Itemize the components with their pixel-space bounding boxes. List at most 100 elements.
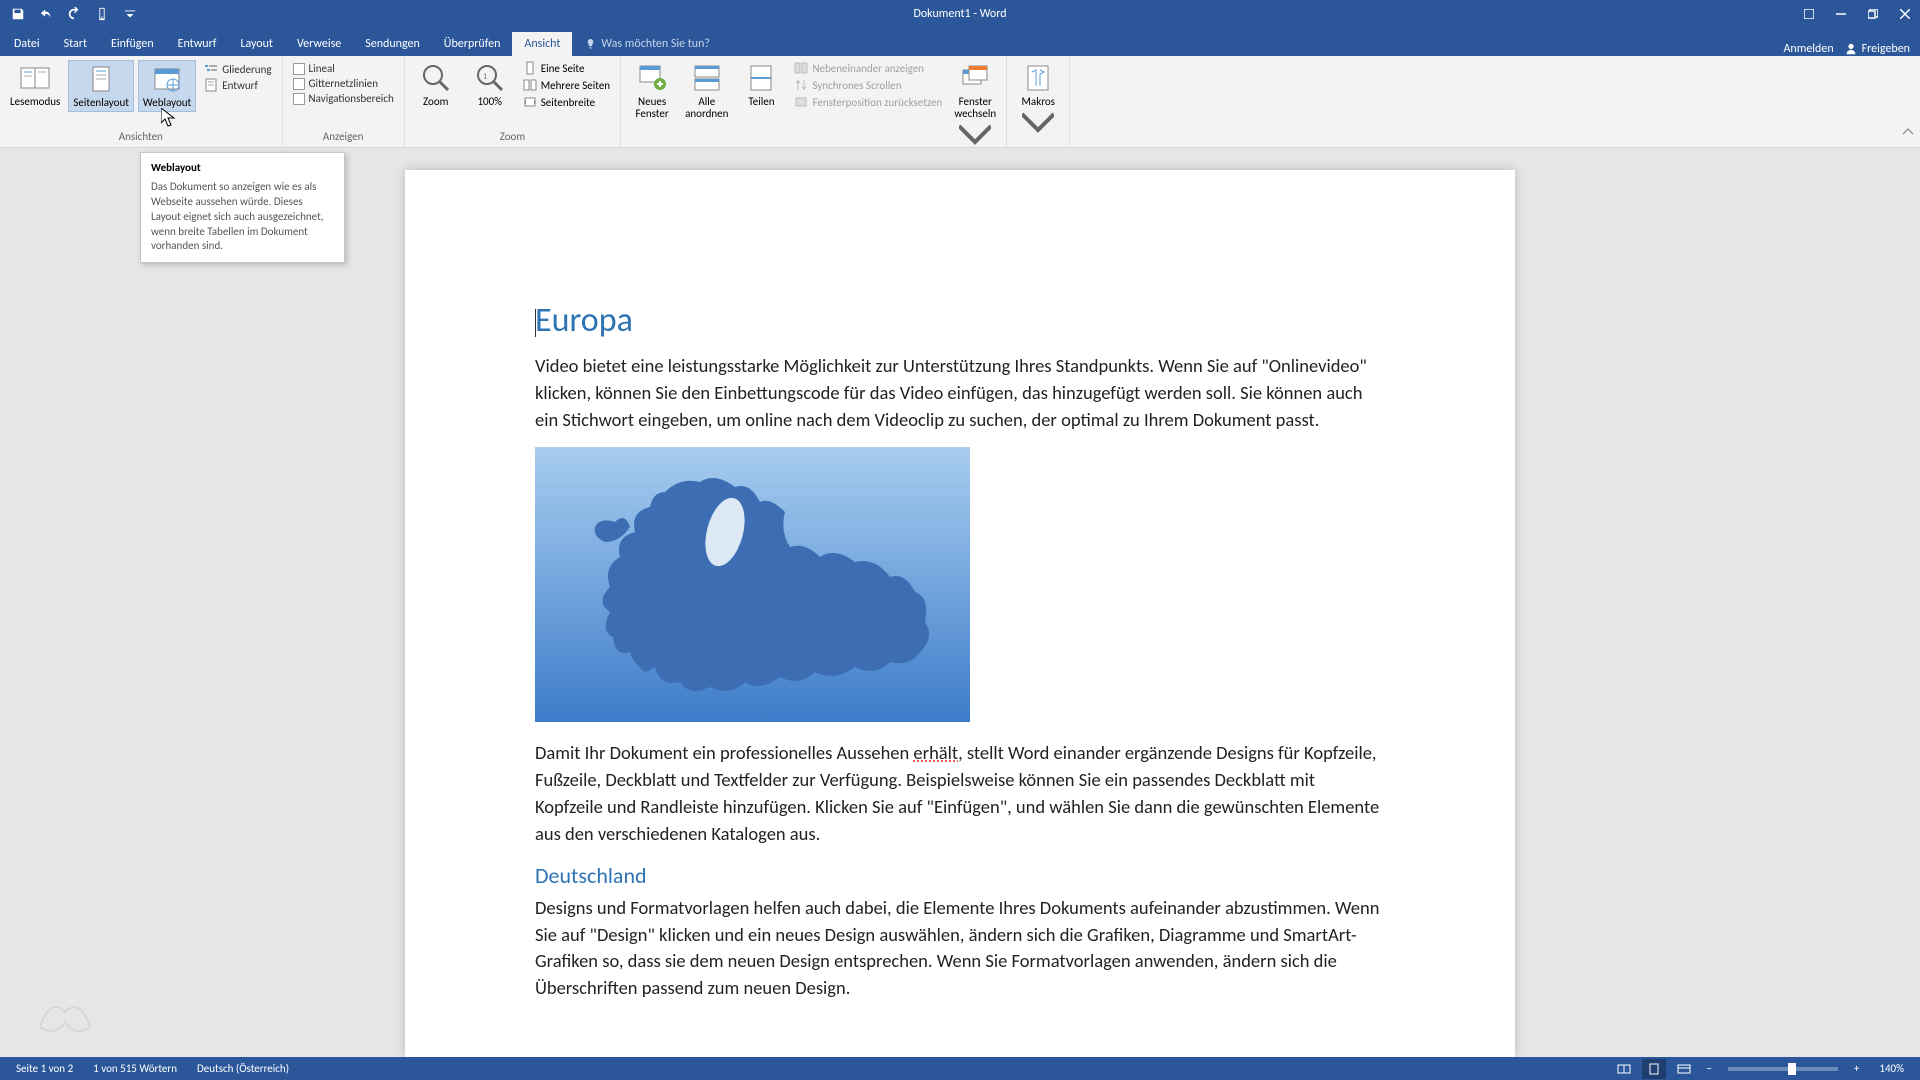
- fensterposition-button: Fensterposition zurücksetzen: [790, 94, 946, 110]
- mehrere-seiten-button[interactable]: Mehrere Seiten: [519, 77, 614, 93]
- group-ansichten: Lesemodus Seitenlayout Weblayout Glieder…: [0, 56, 283, 147]
- europe-map-image[interactable]: [535, 447, 970, 722]
- entwurf-icon: [204, 78, 218, 92]
- spellcheck-error[interactable]: erhält: [913, 741, 958, 764]
- eine-seite-button[interactable]: Eine Seite: [519, 60, 614, 76]
- heading-deutschland[interactable]: Deutschland: [535, 862, 1385, 889]
- heading-europa[interactable]: Europa: [535, 300, 1385, 341]
- status-words[interactable]: 1 von 515 Wörtern: [83, 1062, 187, 1075]
- weblayout-button[interactable]: Weblayout: [138, 60, 196, 112]
- lesemodus-icon: [19, 62, 51, 94]
- eine-seite-icon: [523, 61, 537, 75]
- tab-einfuegen[interactable]: Einfügen: [99, 32, 166, 56]
- lineal-checkbox[interactable]: Lineal: [293, 62, 394, 75]
- group-zoom: Zoom 1 100% Eine Seite Mehrere Seiten Se…: [405, 56, 621, 147]
- title-bar: Dokument1 - Word: [0, 0, 1920, 28]
- zoom-100-button[interactable]: 1 100%: [465, 60, 515, 110]
- group-anzeigen: Lineal Gitternetzlinien Navigationsberei…: [283, 56, 405, 147]
- close-icon[interactable]: [1890, 0, 1920, 28]
- zoom-out-button[interactable]: −: [1702, 1062, 1715, 1075]
- zoom-button[interactable]: Zoom: [411, 60, 461, 110]
- tab-datei[interactable]: Datei: [2, 32, 52, 56]
- svg-text:1: 1: [483, 72, 487, 82]
- undo-icon[interactable]: [36, 4, 56, 24]
- document-page[interactable]: Europa Video bietet eine leistungsstarke…: [405, 170, 1515, 1057]
- makros-icon: [1022, 62, 1054, 94]
- freigeben-button[interactable]: Freigeben: [1844, 42, 1910, 56]
- weblayout-icon: [151, 63, 183, 95]
- alle-anordnen-button[interactable]: Alle anordnen: [681, 60, 732, 122]
- quick-access-toolbar: [0, 4, 140, 24]
- restore-icon[interactable]: [1858, 0, 1888, 28]
- gliederung-icon: [204, 62, 218, 76]
- window-controls: [1794, 0, 1920, 28]
- tab-start[interactable]: Start: [52, 32, 99, 56]
- touch-mode-icon[interactable]: [92, 4, 112, 24]
- ribbon-tabs: Datei Start Einfügen Entwurf Layout Verw…: [0, 28, 1920, 56]
- teilen-button[interactable]: Teilen: [736, 60, 786, 110]
- status-page[interactable]: Seite 1 von 2: [6, 1062, 83, 1075]
- paragraph-1[interactable]: Video bietet eine leistungsstarke Möglic…: [535, 353, 1385, 433]
- redo-icon[interactable]: [64, 4, 84, 24]
- lesemodus-button[interactable]: Lesemodus: [6, 60, 64, 110]
- teilen-icon: [745, 62, 777, 94]
- watermark-icon: [30, 977, 100, 1052]
- seitenlayout-button[interactable]: Seitenlayout: [68, 60, 134, 112]
- fensterposition-icon: [794, 95, 808, 109]
- share-icon: [1844, 42, 1858, 56]
- tab-ansicht[interactable]: Ansicht: [512, 32, 572, 56]
- seitenbreite-button[interactable]: Seitenbreite: [519, 94, 614, 110]
- tab-sendungen[interactable]: Sendungen: [353, 32, 432, 56]
- paragraph-2[interactable]: Damit Ihr Dokument ein professionelles A…: [535, 740, 1385, 847]
- ribbon-display-icon[interactable]: [1794, 0, 1824, 28]
- fenster-wechseln-button[interactable]: Fenster wechseln: [950, 60, 1000, 156]
- tab-layout[interactable]: Layout: [228, 32, 285, 56]
- tab-ueberpruefen[interactable]: Überprüfen: [432, 32, 513, 56]
- nebeneinander-icon: [794, 61, 808, 75]
- seitenlayout-icon: [85, 63, 117, 95]
- tooltip-title: Weblayout: [151, 161, 334, 174]
- weblayout-tooltip: Weblayout Das Dokument so anzeigen wie e…: [140, 152, 345, 263]
- navigationsbereich-checkbox[interactable]: Navigationsbereich: [293, 92, 394, 105]
- gliederung-button[interactable]: Gliederung: [204, 62, 271, 76]
- view-lesemodus-icon[interactable]: [1612, 1059, 1636, 1079]
- view-weblayout-icon[interactable]: [1672, 1059, 1696, 1079]
- anmelden-link[interactable]: Anmelden: [1783, 42, 1833, 56]
- save-icon[interactable]: [8, 4, 28, 24]
- alle-anordnen-icon: [691, 62, 723, 94]
- document-area[interactable]: Europa Video bietet eine leistungsstarke…: [0, 148, 1920, 1057]
- neues-fenster-button[interactable]: Neues Fenster: [627, 60, 677, 122]
- group-label-ansichten: Ansichten: [6, 128, 276, 145]
- paragraph-3[interactable]: Designs und Formatvorlagen helfen auch d…: [535, 895, 1385, 1002]
- lightbulb-icon: [584, 38, 597, 51]
- group-fenster: Neues Fenster Alle anordnen Teilen Neben…: [621, 56, 1007, 147]
- status-language[interactable]: Deutsch (Österreich): [187, 1062, 299, 1075]
- status-bar: Seite 1 von 2 1 von 515 Wörtern Deutsch …: [0, 1057, 1920, 1080]
- zoom-level[interactable]: 140%: [1869, 1062, 1914, 1075]
- tab-entwurf[interactable]: Entwurf: [166, 32, 229, 56]
- nebeneinander-button: Nebeneinander anzeigen: [790, 60, 946, 76]
- view-seitenlayout-icon[interactable]: [1642, 1059, 1666, 1079]
- zoom-slider[interactable]: [1728, 1067, 1838, 1071]
- zoom-icon: [420, 62, 452, 94]
- ribbon-content: Lesemodus Seitenlayout Weblayout Glieder…: [0, 56, 1920, 148]
- qat-customize-icon[interactable]: [120, 4, 140, 24]
- fenster-wechseln-icon: [959, 62, 991, 94]
- entwurf-button[interactable]: Entwurf: [204, 78, 271, 92]
- neues-fenster-icon: [636, 62, 668, 94]
- chevron-down-icon: [1022, 108, 1054, 140]
- tell-me-search[interactable]: Was möchten Sie tun?: [572, 32, 722, 56]
- tab-verweise[interactable]: Verweise: [285, 32, 353, 56]
- mehrere-seiten-icon: [523, 78, 537, 92]
- synchrones-icon: [794, 78, 808, 92]
- gitternetzlinien-checkbox[interactable]: Gitternetzlinien: [293, 77, 394, 90]
- document-title: Dokument1 - Word: [913, 7, 1006, 21]
- group-makros: Makros Makros: [1007, 56, 1070, 147]
- group-label-zoom: Zoom: [411, 128, 614, 145]
- makros-button[interactable]: Makros: [1013, 60, 1063, 144]
- collapse-ribbon-icon[interactable]: [1902, 124, 1914, 143]
- group-label-anzeigen: Anzeigen: [289, 128, 398, 145]
- minimize-icon[interactable]: [1826, 0, 1856, 28]
- zoom-in-button[interactable]: +: [1850, 1062, 1863, 1075]
- synchrones-scrollen-button: Synchrones Scrollen: [790, 77, 946, 93]
